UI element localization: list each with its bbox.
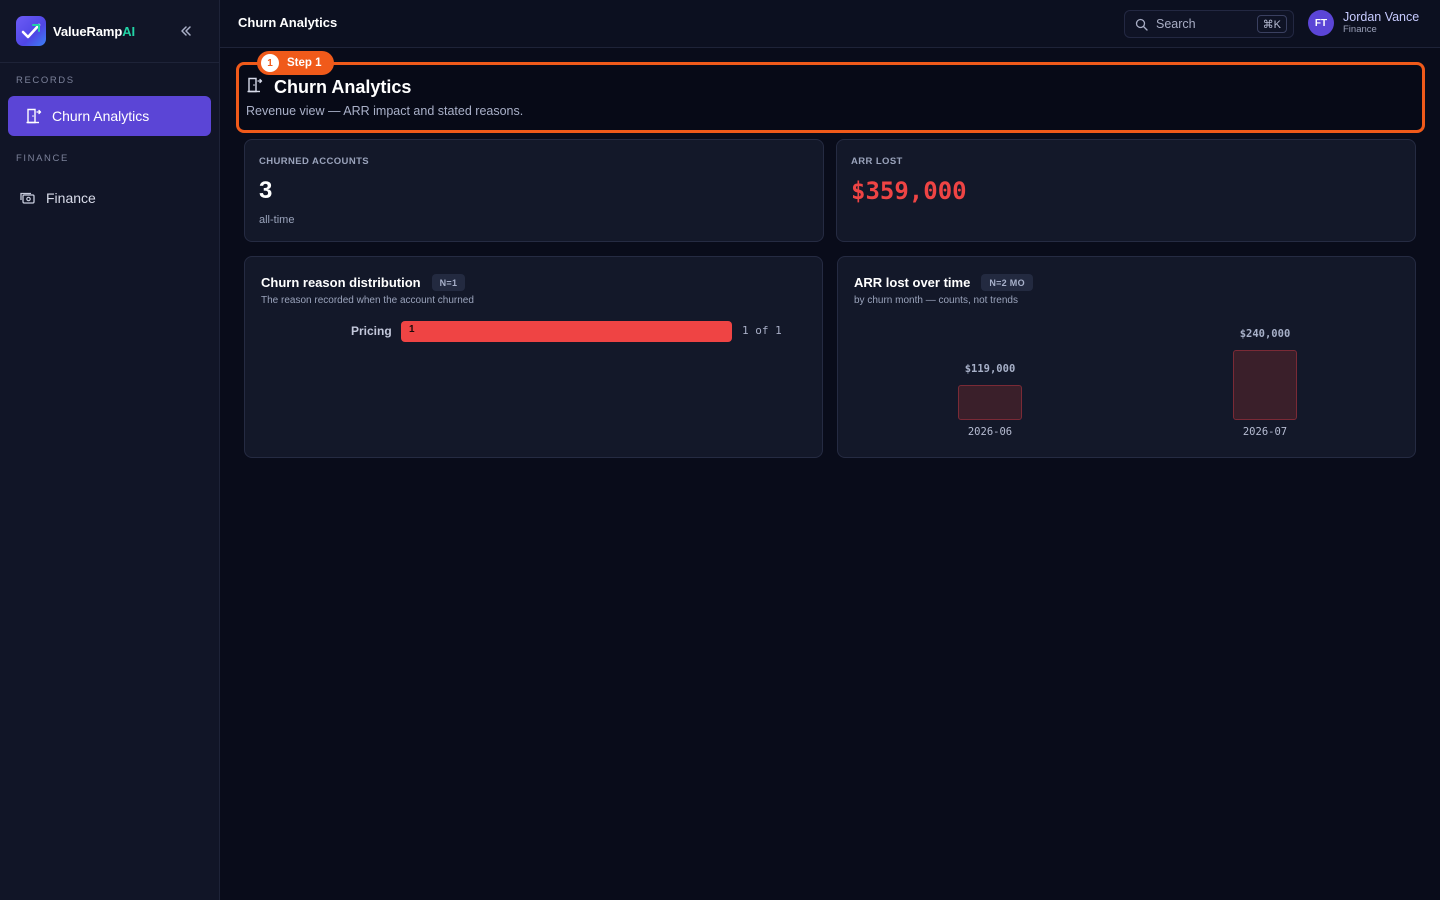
panel-subtitle: The reason recorded when the account chu… <box>261 295 474 306</box>
panel-subtitle: by churn month — counts, not trends <box>854 295 1018 306</box>
reason-count: 1 of 1 <box>742 324 782 337</box>
arr-lost-chart-panel: ARR lost over time N=2 MO by churn month… <box>837 256 1416 458</box>
panel-title-row: ARR lost over time N=2 MO <box>854 274 1033 291</box>
chevrons-left-icon <box>181 26 191 36</box>
kpi-label: CHURNED ACCOUNTS <box>259 156 370 167</box>
panel-title-row: Churn reason distribution N=1 <box>261 274 466 291</box>
header-subtitle: Revenue view — ARR impact and stated rea… <box>246 104 524 118</box>
door-exit-icon <box>24 106 44 126</box>
bar-value-label: $240,000 <box>1239 328 1291 340</box>
avatar[interactable]: FT <box>1308 10 1334 36</box>
search-placeholder: Search <box>1156 17 1196 31</box>
count-badge: N=2 MO <box>981 274 1033 291</box>
kpi-card-churned-accounts: CHURNED ACCOUNTS 3 all-time <box>244 139 824 242</box>
kpi-card-arr-lost: ARR LOST $359,000 <box>836 139 1416 242</box>
brand-suffix: AI <box>122 23 135 39</box>
sidebar: ValueRampAI RECORDS Churn Analytics FINA… <box>0 0 220 900</box>
kpi-label: ARR LOST <box>851 156 903 167</box>
reason-bar-track: 1 <box>401 321 732 342</box>
arr-bar[interactable] <box>1233 350 1297 420</box>
page-title: Churn Analytics <box>238 15 338 30</box>
section-label-finance: FINANCE <box>16 153 69 164</box>
count-badge: N=1 <box>431 274 466 291</box>
user-role: Finance <box>1343 23 1377 35</box>
kpi-value: 3 <box>259 177 273 204</box>
collapse-sidebar-button[interactable] <box>177 22 195 40</box>
bar-category-label: 2026-06 <box>967 426 1013 438</box>
reason-bar-fill: 1 <box>401 321 732 342</box>
user-info: Jordan Vance Finance <box>1343 10 1419 35</box>
header-title: Churn Analytics <box>274 77 412 97</box>
user-name: Jordan Vance <box>1343 10 1420 25</box>
user-menu[interactable]: FT Jordan Vance Finance <box>1308 10 1419 36</box>
panel-title: Churn reason distribution <box>261 275 421 290</box>
brand: ValueRampAI <box>0 0 219 63</box>
section-label-records: RECORDS <box>16 75 75 86</box>
sidebar-item-label: Churn Analytics <box>52 108 150 124</box>
page-header-highlight: 1 Step 1 Churn Analytics Revenue view — … <box>236 51 1425 133</box>
search-shortcut: ⌘K <box>1256 15 1287 33</box>
step-label: Step 1 <box>287 57 322 69</box>
panel-title: ARR lost over time <box>854 275 971 290</box>
brand-name: ValueRampAI <box>53 23 135 39</box>
search-input[interactable]: Search ⌘K <box>1124 10 1294 38</box>
search-icon <box>1135 18 1148 31</box>
reason-bar-value: 1 <box>409 324 415 335</box>
bar-category-label: 2026-07 <box>1242 426 1288 438</box>
reason-label: Pricing <box>351 324 392 338</box>
kpi-subtext: all-time <box>259 214 295 226</box>
step-number: 1 <box>261 54 279 72</box>
cash-icon <box>18 188 38 208</box>
trend-check-icon <box>21 23 41 39</box>
topbar: Churn Analytics Search ⌘K FT Jordan Vanc… <box>220 0 1440 48</box>
arr-bar[interactable] <box>958 385 1022 420</box>
door-exit-icon <box>246 76 264 99</box>
sidebar-item-label: Finance <box>46 190 96 206</box>
kpi-value: $359,000 <box>851 177 967 205</box>
header-title-row: Churn Analytics <box>246 76 411 99</box>
step-badge: 1 Step 1 <box>257 51 334 75</box>
sidebar-item-finance[interactable]: Finance <box>8 178 211 218</box>
bar-value-label: $119,000 <box>964 363 1016 375</box>
sidebar-item-churn-analytics[interactable]: Churn Analytics <box>8 96 211 136</box>
brand-logo[interactable] <box>16 16 46 46</box>
churn-reason-panel: Churn reason distribution N=1 The reason… <box>244 256 823 458</box>
